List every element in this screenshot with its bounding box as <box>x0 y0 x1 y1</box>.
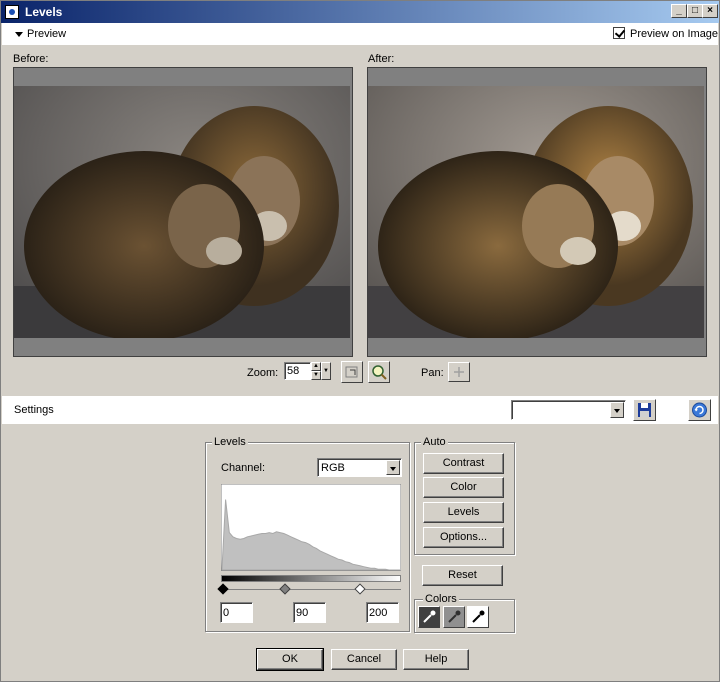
zoom-up-icon[interactable]: ▲ <box>311 362 321 371</box>
auto-options-button[interactable]: Options... <box>423 527 504 548</box>
black-point-slider[interactable] <box>217 583 229 595</box>
black-point-input[interactable] <box>220 602 253 623</box>
zoom-down-icon[interactable]: ▼ <box>311 371 321 380</box>
histogram-display <box>221 484 401 571</box>
auto-contrast-button[interactable]: Contrast <box>423 453 504 474</box>
zoom-label: Zoom: <box>247 367 279 379</box>
white-point-slider[interactable] <box>354 583 366 595</box>
app-icon <box>5 5 19 19</box>
after-label: After: <box>368 53 395 65</box>
auto-group-title: Auto <box>421 436 448 448</box>
window-title: Levels <box>25 5 63 19</box>
settings-bar: Settings <box>2 396 718 424</box>
reset-button[interactable]: Reset <box>422 565 503 586</box>
pan-icon <box>454 367 464 377</box>
reset-arrow-icon <box>692 402 707 418</box>
before-label: Before: <box>13 53 49 65</box>
channel-dropdown[interactable]: RGB <box>317 458 402 477</box>
pan-button[interactable] <box>448 362 470 382</box>
auto-levels-button[interactable]: Levels <box>423 502 504 523</box>
gamma-slider[interactable] <box>279 583 291 595</box>
minimize-icon[interactable]: _ <box>671 4 687 18</box>
settings-dropdown-arrow-icon[interactable] <box>610 402 624 418</box>
save-disk-icon <box>638 403 651 417</box>
preview-on-image-label: Preview on Image <box>630 28 719 40</box>
reset-default-button[interactable] <box>688 399 711 421</box>
pan-label: Pan: <box>421 367 444 379</box>
gray-eyedropper-button[interactable] <box>443 606 465 628</box>
white-eyedropper-icon <box>472 610 485 623</box>
gamma-input[interactable] <box>293 602 326 623</box>
zoom-100-button[interactable] <box>368 361 390 383</box>
help-button[interactable]: Help <box>403 649 469 670</box>
levels-group-title: Levels <box>212 436 248 448</box>
save-preset-button[interactable] <box>633 399 656 421</box>
black-eyedropper-icon <box>423 610 436 623</box>
zoom-to-fit-icon <box>345 366 358 378</box>
magnifier-icon <box>372 365 387 380</box>
settings-preset-dropdown[interactable] <box>511 400 626 420</box>
levels-dialog: Levels _ □ × Preview Preview on Image Be… <box>0 0 720 682</box>
zoom-to-fit-button[interactable] <box>341 361 363 383</box>
auto-color-button[interactable]: Color <box>423 477 504 498</box>
ok-button[interactable]: OK <box>256 648 324 671</box>
after-preview-pane[interactable] <box>367 67 707 357</box>
preview-on-image-checkbox[interactable] <box>613 27 625 39</box>
levels-group: Levels Channel: RGB <box>205 436 410 632</box>
preview-section-label: Preview <box>27 28 67 40</box>
zoom-value: 58 <box>287 365 300 377</box>
maximize-icon[interactable]: □ <box>687 4 703 18</box>
colors-group: Colors <box>414 593 515 633</box>
black-eyedropper-button[interactable] <box>418 606 440 628</box>
before-lion-image <box>14 86 350 338</box>
colors-group-title: Colors <box>423 593 459 605</box>
channel-label: Channel: <box>221 462 266 474</box>
after-lion-image <box>368 86 704 338</box>
auto-group: Auto Contrast Color Levels Options... <box>414 436 515 555</box>
channel-value: RGB <box>321 462 345 474</box>
zoom-input[interactable]: 58 <box>284 362 311 380</box>
slider-track <box>221 589 401 590</box>
input-gradient-bar <box>221 575 401 582</box>
gray-eyedropper-icon <box>448 610 461 623</box>
cancel-button[interactable]: Cancel <box>331 649 397 670</box>
white-point-input[interactable] <box>366 602 399 623</box>
title-bar: Levels _ □ × <box>1 1 719 23</box>
white-eyedropper-button[interactable] <box>467 606 489 628</box>
preview-header[interactable]: Preview Preview on Image <box>2 23 718 45</box>
zoom-dropdown-icon[interactable]: ▼ <box>321 362 331 380</box>
channel-dropdown-arrow-icon[interactable] <box>386 460 400 475</box>
before-preview-pane[interactable] <box>13 67 353 357</box>
close-icon[interactable]: × <box>702 4 718 18</box>
settings-label: Settings <box>14 404 54 416</box>
